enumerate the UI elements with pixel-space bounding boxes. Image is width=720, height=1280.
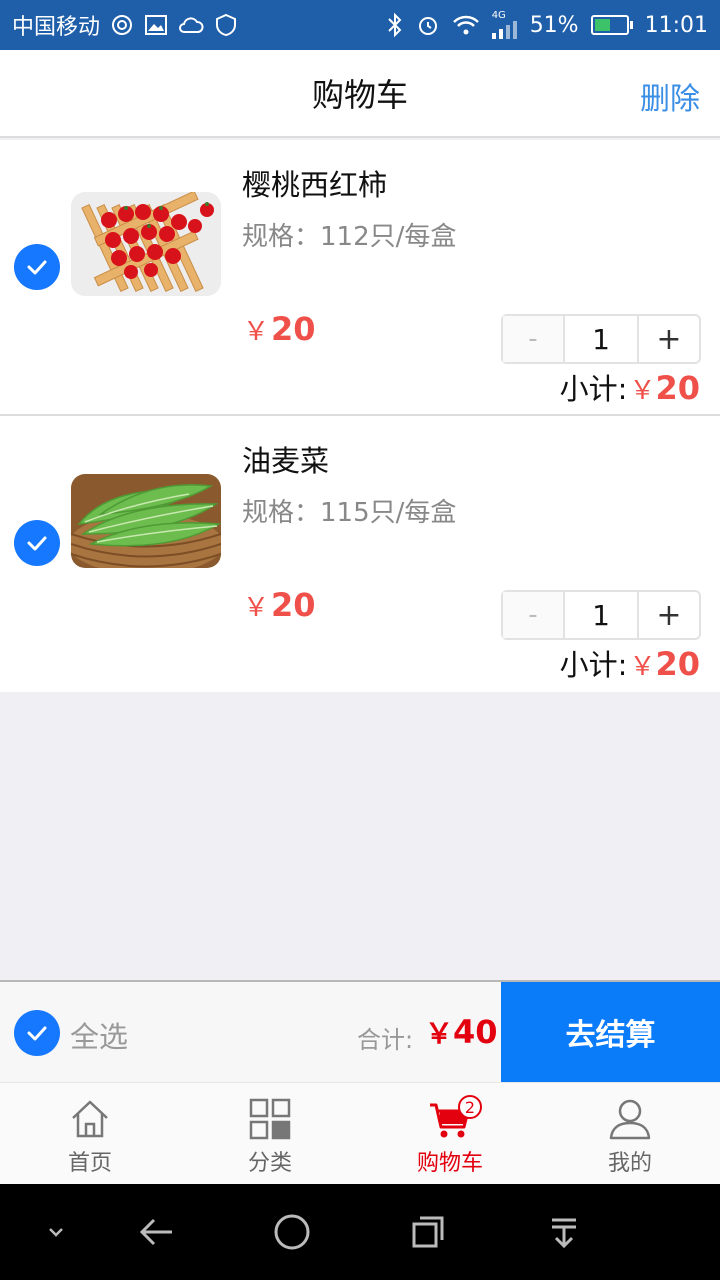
page-header: 购物车 删除 [0,50,720,138]
grid-icon [249,1098,291,1140]
delete-button[interactable]: 删除 [640,74,700,118]
checkout-bar: 全选 合计: ￥40 去结算 [0,980,720,1082]
quantity-input[interactable]: 1 [565,316,639,362]
battery-percent: 51% [529,12,579,38]
product-price: ￥20 [243,586,316,624]
clock: 11:01 [644,12,708,38]
quantity-stepper: - 1 + [501,590,701,640]
select-all-checkbox[interactable] [14,1010,60,1056]
currency-symbol: ￥ [629,376,656,406]
check-icon [27,1026,47,1041]
decrease-button[interactable]: - [503,316,565,362]
increase-button[interactable]: + [639,316,699,362]
bluetooth-icon [386,12,404,38]
cart-item: 油麦菜 规格：115只/每盒 ￥20 - 1 + 小计: ￥ 20 [0,416,720,692]
wifi-icon [452,14,480,36]
recent-apps-icon[interactable] [404,1208,452,1256]
select-all-label[interactable]: 全选 [70,1014,128,1056]
page-title: 购物车 [311,76,408,114]
currency-symbol: ￥ [629,652,656,682]
price-value: 20 [271,586,316,624]
home-icon [72,1100,108,1138]
tab-label: 购物车 [416,1151,483,1176]
increase-button[interactable]: + [639,592,699,638]
carrier-label: 中国移动 [12,15,101,40]
item-checkbox[interactable] [14,520,60,566]
home-button-icon[interactable] [268,1208,316,1256]
tab-bar: 首页 分类 2 购物车 我的 [0,1082,720,1184]
shield-icon [214,13,238,37]
tab-home[interactable]: 首页 [0,1083,180,1184]
tab-cart[interactable]: 2 购物车 [360,1083,540,1184]
tab-label: 分类 [247,1151,292,1176]
item-checkbox[interactable] [14,244,60,290]
check-icon [27,536,47,551]
tab-label: 首页 [67,1151,112,1176]
cart-badge: 2 [458,1095,482,1119]
battery-icon [590,15,633,35]
product-name[interactable]: 油麦菜 [242,438,329,480]
user-icon [609,1099,651,1140]
total-value: 40 [453,1013,498,1051]
signal-icon: 4G [491,10,518,39]
quantity-stepper: - 1 + [501,314,701,364]
notification-drawer-icon[interactable] [540,1208,588,1256]
tab-label: 我的 [607,1151,652,1176]
cherry-tomatoes-image[interactable] [71,192,221,296]
subtotal-label: 小计: [559,372,628,406]
product-price: ￥20 [243,310,316,348]
lettuce-image[interactable] [71,474,221,568]
status-bar: 中国移动 4G 51% 11:01 [0,0,720,50]
hotspot-icon [110,13,134,37]
alarm-icon [416,13,440,37]
image-icon [144,13,168,37]
weather-icon [178,14,204,36]
back-icon[interactable] [132,1208,180,1256]
item-subtotal: 小计: ￥ 20 [560,366,700,408]
item-subtotal: 小计: ￥ 20 [560,642,700,684]
product-spec: 规格：112只/每盒 [242,222,457,252]
subtotal-value: 20 [655,645,700,683]
tab-profile[interactable]: 我的 [540,1083,720,1184]
checkout-button[interactable]: 去结算 [501,982,720,1082]
currency-symbol: ￥ [243,593,270,623]
currency-symbol: ￥ [425,1017,454,1050]
currency-symbol: ￥ [243,317,270,347]
total-amount: ￥40 [425,1012,498,1052]
check-icon [27,260,47,275]
subtotal-value: 20 [655,369,700,407]
tab-category[interactable]: 分类 [180,1083,360,1184]
total-label: 合计: [357,1026,414,1054]
decrease-button[interactable]: - [503,592,565,638]
product-spec: 规格：115只/每盒 [242,498,457,528]
system-nav-bar [0,1184,720,1280]
price-value: 20 [271,310,316,348]
quantity-input[interactable]: 1 [565,592,639,638]
network-type-label: 4G [491,10,506,21]
collapse-icon[interactable] [32,1208,80,1256]
subtotal-label: 小计: [559,648,628,682]
cart-item: 樱桃西红柿 规格：112只/每盒 ￥20 - 1 + 小计: ￥ 20 [0,140,720,416]
product-name[interactable]: 樱桃西红柿 [242,162,387,204]
